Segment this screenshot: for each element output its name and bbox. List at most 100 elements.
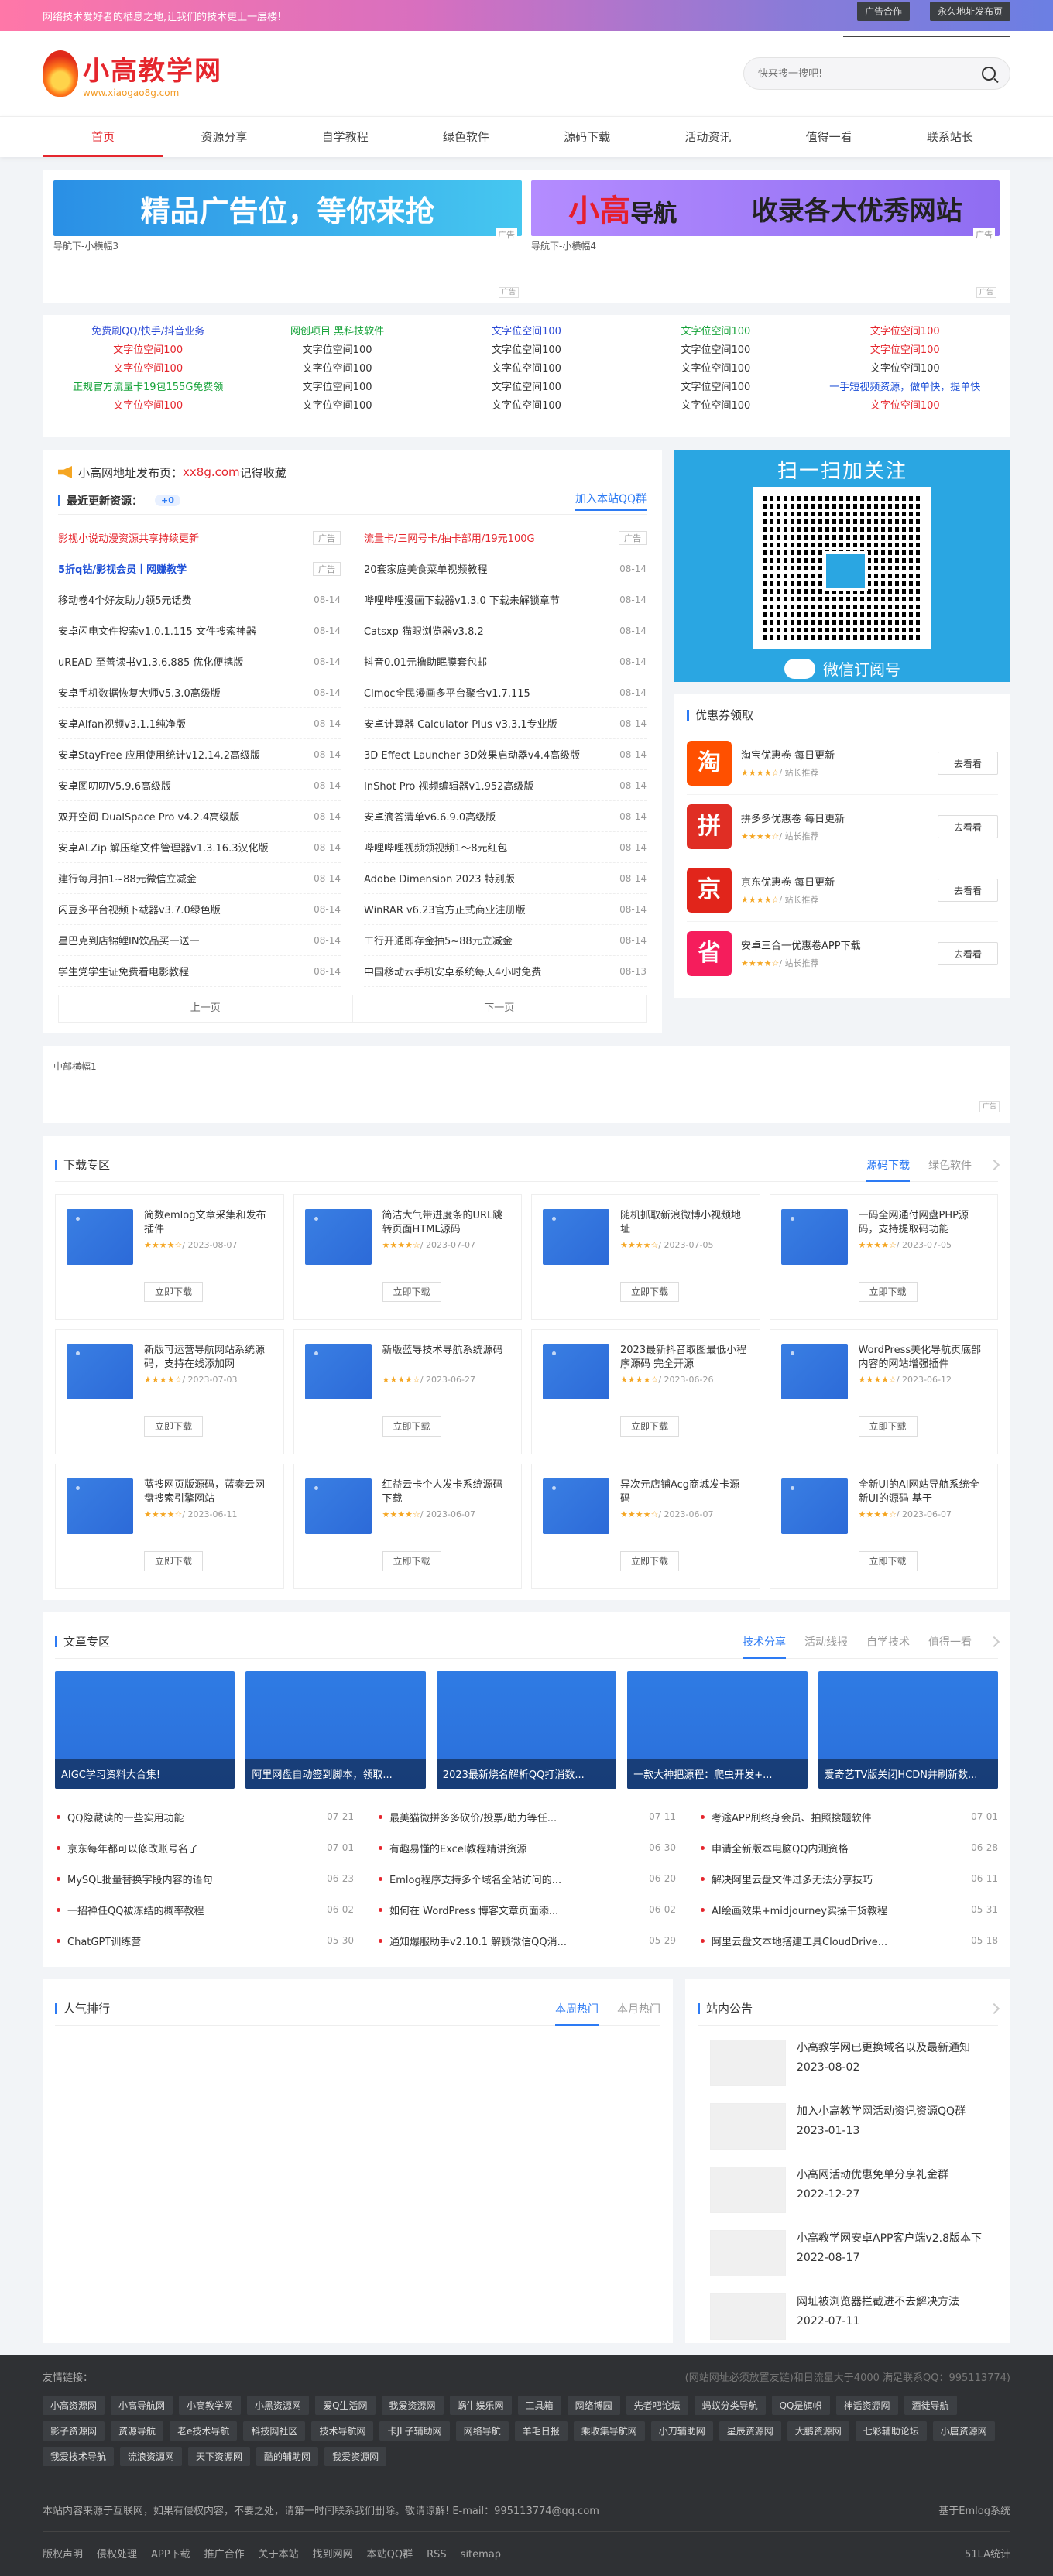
notice-item[interactable]: 小高教学网已更换域名以及最新通知 2023-08-02 (698, 2032, 998, 2095)
coupon-name[interactable]: 京东优惠卷 每日更新 (741, 874, 938, 889)
friend-link[interactable]: 老e技术导航 (170, 2421, 238, 2441)
download-thumbnail[interactable] (67, 1478, 133, 1534)
update-row[interactable]: 工行开通即存金抽5~88元立减金 08-14 (364, 925, 647, 956)
text-ad-link[interactable]: 文字位空间100 (432, 341, 621, 360)
article-card[interactable]: 2023最新烧名解析QQ打消数... (436, 1671, 617, 1789)
article-card-caption[interactable]: 爱奇艺TV版关闭HCDN并刷新数... (818, 1759, 998, 1789)
friend-link[interactable]: 星辰资源网 (719, 2421, 781, 2441)
update-row[interactable]: 双开空间 DualSpace Pro v4.2.4高级版 08-14 (58, 801, 341, 832)
update-title[interactable]: 流量卡/三网号卡/抽卡部用/19元100G (364, 530, 535, 545)
article-title[interactable]: 阿里云盘文本地搭建工具CloudDrive... (699, 1934, 887, 1948)
coupon-name[interactable]: 安卓三合一优惠卷APP下载 (741, 937, 938, 952)
notice-item[interactable]: 小高网活动优惠免单分享礼金群 2022-12-27 (698, 2159, 998, 2222)
article-title[interactable]: AI绘画效果+midjourney实操干货教程 (699, 1903, 887, 1917)
download-title[interactable]: 异次元店铺Acg商城发卡源码 (620, 1478, 749, 1506)
update-title[interactable]: Clmoc全民漫画多平台聚合v1.7.115 (364, 685, 530, 700)
text-ad-link[interactable]: 文字位空间100 (811, 341, 1000, 360)
update-row[interactable]: 安卓滴答清单v6.6.9.0高级版 08-14 (364, 801, 647, 832)
article-card-caption[interactable]: AIGC学习资料大合集! (55, 1759, 235, 1789)
friend-link[interactable]: 卡JL子辅助网 (379, 2421, 450, 2441)
footer-stats[interactable]: 51LA统计 (965, 2546, 1010, 2561)
footer-menu-link[interactable]: 版权声明 (43, 2549, 83, 2561)
friend-link[interactable]: 七彩辅助论坛 (855, 2421, 927, 2441)
article-row[interactable]: ChatGPT训练营 05-30 (55, 1925, 354, 1956)
article-row[interactable]: 通知爆服助手v2.10.1 解锁微信QQ消... 05-29 (377, 1925, 676, 1956)
friend-link[interactable]: 小高导航网 (111, 2396, 173, 2415)
update-row[interactable]: uREAD 至善读书v1.3.6.885 优化便携版 08-14 (58, 646, 341, 677)
friend-link[interactable]: 我爱技术导航 (43, 2447, 115, 2466)
article-title[interactable]: 最美猫微拼多多砍价/投票/助力等任... (377, 1810, 557, 1824)
text-ad-link[interactable]: 文字位空间100 (811, 323, 1000, 341)
footer-menu-link[interactable]: 关于本站 (259, 2549, 299, 2561)
friend-link[interactable]: 我爱资源网 (324, 2447, 387, 2466)
footer-menu-link[interactable]: sitemap (461, 2549, 501, 2561)
update-title[interactable]: 工行开通即存金抽5~88元立减金 (364, 933, 513, 947)
tab-weekly-hot[interactable]: 本周热门 (555, 2001, 599, 2026)
update-title[interactable]: 双开空间 DualSpace Pro v4.2.4高级版 (58, 809, 239, 824)
friend-link[interactable]: 小高资源网 (43, 2396, 105, 2415)
small-banner-3[interactable]: 导航下-小横幅3 (53, 239, 522, 252)
friend-link[interactable]: 羊毛日报 (514, 2421, 568, 2441)
text-ad-link[interactable]: 一手短视频资源，做单快，提单快 (811, 379, 1000, 397)
text-ad-link[interactable]: 文字位空间100 (621, 397, 810, 416)
download-thumbnail[interactable] (780, 1344, 848, 1399)
text-ad-link[interactable]: 文字位空间100 (53, 341, 242, 360)
update-title[interactable]: 安卓手机数据恢复大师v5.3.0高级版 (58, 685, 221, 700)
update-row[interactable]: 影视小说动漫资源共享持续更新 广告 (58, 522, 341, 553)
friend-link[interactable]: 小唐资源网 (932, 2421, 995, 2441)
notice-title[interactable]: 加入小高教学网活动资讯资源QQ群 (797, 2103, 966, 2120)
text-ad-link[interactable]: 文字位空间100 (53, 397, 242, 416)
update-row[interactable]: 安卓Alfan视频v3.1.1纯净版 08-14 (58, 708, 341, 739)
update-row[interactable]: 中国移动云手机安卓系统每天4小时免费 08-13 (364, 956, 647, 987)
update-title[interactable]: 哔哩哔哩漫画下载器v1.3.0 下载未解锁章节 (364, 592, 560, 607)
update-title[interactable]: 安卓图叨叨V5.9.6高级版 (58, 778, 171, 793)
download-title[interactable]: 红益云卡个人发卡系统源码下载 (382, 1478, 511, 1506)
download-thumbnail[interactable] (543, 1478, 609, 1534)
article-row[interactable]: 最美猫微拼多多砍价/投票/助力等任... 07-11 (377, 1801, 676, 1832)
article-row[interactable]: 解决阿里云盘文件过多无法分享技巧 06-11 (699, 1863, 998, 1894)
banner-ad-right[interactable]: 小高导航 收录各大优秀网站 广告 导航下-小横幅4 广告 (531, 180, 1000, 298)
small-banner-4[interactable]: 导航下-小横幅4 (531, 239, 1000, 252)
footer-menu-link[interactable]: 推广合作 (204, 2549, 245, 2561)
article-row[interactable]: 有趣易懂的Excel教程精讲资源 06-30 (377, 1832, 676, 1863)
friend-link[interactable]: 网络导航 (455, 2421, 509, 2441)
text-ad-link[interactable]: 文字位空间100 (242, 360, 431, 379)
download-button[interactable]: 立即下载 (620, 1551, 679, 1571)
friend-link[interactable]: 先者吧论坛 (626, 2396, 688, 2415)
banner-ad-image[interactable]: 精品广告位，等你来抢 (53, 180, 522, 236)
friend-link[interactable]: 天下资源网 (188, 2447, 251, 2466)
banner-ad-image[interactable]: 小高导航 收录各大优秀网站 (531, 180, 1000, 236)
download-title[interactable]: 一码全网通付网盘PHP源码，支持提取码功能 (859, 1209, 987, 1237)
notice-title[interactable]: 小高教学网安卓APP客户端v2.8版本下 (797, 2230, 982, 2247)
update-title[interactable]: 安卓滴答清单v6.6.9.0高级版 (364, 809, 496, 824)
nav-software[interactable]: 绿色软件 (406, 117, 526, 157)
friend-link[interactable]: 影子资源网 (43, 2421, 105, 2441)
prev-page-button[interactable]: 上一页 (59, 995, 353, 1022)
text-ad-link[interactable]: 文字位空间100 (811, 360, 1000, 379)
notice-title[interactable]: 小高教学网已更换域名以及最新通知 (797, 2040, 970, 2057)
article-title[interactable]: 申请全新版本电脑QQ内测资格 (699, 1841, 848, 1855)
download-button[interactable]: 立即下载 (144, 1282, 203, 1302)
nav-resources[interactable]: 资源分享 (163, 117, 284, 157)
update-row[interactable]: 建行每月抽1~88元微信立减金 08-14 (58, 863, 341, 894)
download-thumbnail[interactable] (304, 1478, 372, 1534)
update-row[interactable]: InShot Pro 视频编辑器v1.952高级版 08-14 (364, 770, 647, 801)
download-button[interactable]: 立即下载 (620, 1282, 679, 1302)
article-row[interactable]: 京东每年都可以修改账号名了 07-01 (55, 1832, 354, 1863)
update-row[interactable]: 安卓手机数据恢复大师v5.3.0高级版 08-14 (58, 677, 341, 708)
article-card[interactable]: 阿里网盘自动签到脚本，领取... (245, 1671, 426, 1789)
friend-link[interactable]: 小刀辅助网 (650, 2421, 713, 2441)
coupon-name[interactable]: 淘宝优惠卷 每日更新 (741, 747, 938, 762)
tab-tech-share[interactable]: 技术分享 (743, 1634, 786, 1659)
text-ad-link[interactable]: 文字位空间100 (621, 379, 810, 397)
update-row[interactable]: 哔哩哔哩视频领视频1～8元红包 08-14 (364, 832, 647, 863)
update-row[interactable]: 学生党学生证免费看电影教程 08-14 (58, 956, 341, 987)
text-ad-link[interactable]: 文字位空间100 (242, 397, 431, 416)
coupon-view-button[interactable]: 去看看 (938, 878, 998, 902)
text-ad-link[interactable]: 文字位空间100 (432, 379, 621, 397)
article-title[interactable]: 如何在 WordPress 博客文章页面添... (377, 1903, 558, 1917)
download-thumbnail[interactable] (67, 1209, 133, 1265)
friend-link[interactable]: 科技网社区 (243, 2421, 306, 2441)
friend-link[interactable]: 乘收集导航网 (573, 2421, 645, 2441)
update-row[interactable]: 哔哩哔哩漫画下载器v1.3.0 下载未解锁章节 08-14 (364, 584, 647, 615)
